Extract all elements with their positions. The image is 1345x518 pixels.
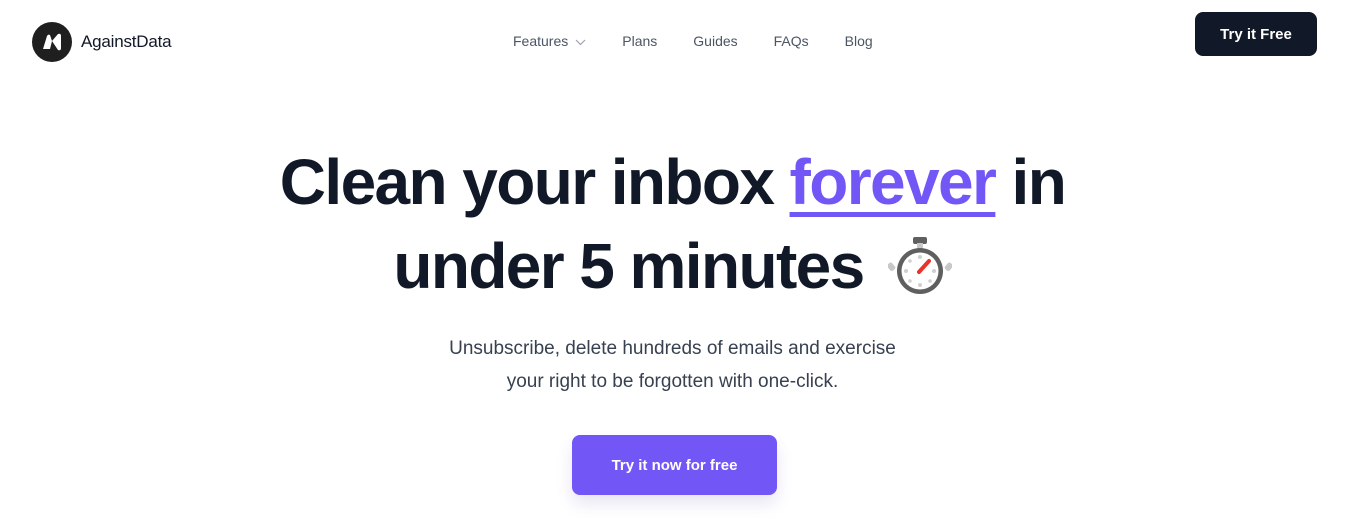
nav-item-label: FAQs	[773, 33, 809, 49]
hero-title-line2: under 5 minutes	[393, 230, 865, 302]
hero-title-part2: in	[995, 146, 1067, 218]
try-it-free-button[interactable]: Try it Free	[1195, 12, 1317, 56]
nav-item-plans[interactable]: Plans	[622, 33, 657, 49]
stopwatch-icon	[886, 234, 953, 298]
hero-title-part1: Clean your inbox	[279, 146, 790, 218]
brand-logo-link[interactable]: AgainstData	[32, 22, 172, 62]
hero-title-accent-link[interactable]: forever	[790, 146, 997, 218]
nav-item-label: Guides	[693, 33, 738, 49]
nav-item-label: Features	[513, 33, 569, 49]
nav-item-label: Plans	[622, 33, 658, 49]
brand-name: AgainstData	[81, 32, 172, 51]
nav-item-features[interactable]: Features	[513, 33, 586, 49]
hero-subtitle-line1: Unsubscribe, delete hundreds of emails a…	[449, 338, 896, 359]
hero-subtitle-line2: your right to be forgotten with one-clic…	[506, 371, 839, 392]
nav-item-label: Blog	[844, 33, 873, 49]
hero-title: Clean your inbox forever in under 5 minu…	[0, 140, 1345, 308]
hero-title-line2-wrap: under 5 minutes	[393, 224, 953, 308]
try-it-now-button[interactable]: Try it now for free	[572, 435, 777, 495]
site-header: AgainstData Features Plans Guides FAQs B…	[0, 0, 1345, 84]
chevron-down-icon	[575, 33, 586, 49]
againstdata-logo-icon	[32, 22, 72, 62]
nav-item-guides[interactable]: Guides	[693, 33, 737, 49]
main-nav: Features Plans Guides FAQs Blog	[513, 33, 873, 49]
hero-subtitle: Unsubscribe, delete hundreds of emails a…	[0, 332, 1345, 398]
nav-item-faqs[interactable]: FAQs	[774, 33, 809, 49]
nav-item-blog[interactable]: Blog	[845, 33, 873, 49]
